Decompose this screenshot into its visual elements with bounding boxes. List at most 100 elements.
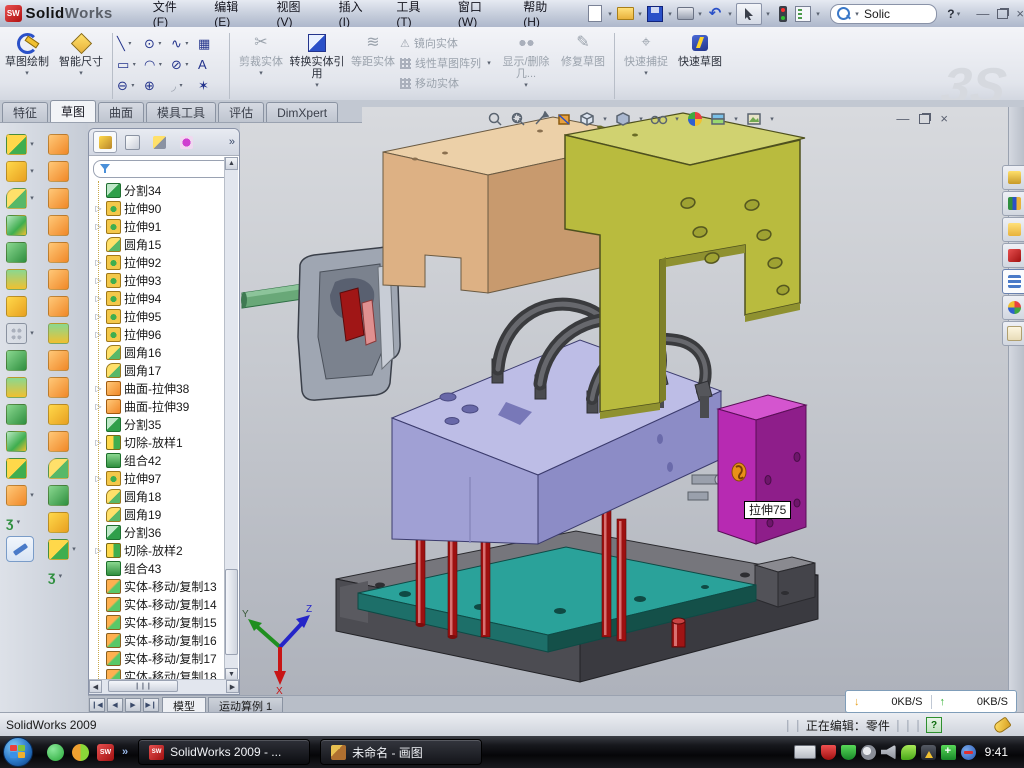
mold-tool-icon[interactable] xyxy=(6,431,27,452)
tree-item[interactable]: ▷拉伸92 xyxy=(93,253,225,271)
quick-tips-icon[interactable]: ? xyxy=(926,717,942,733)
tree-vertical-scrollbar[interactable]: ▲ ▼ xyxy=(224,157,238,681)
dropdown-caret[interactable]: ▾ xyxy=(696,10,704,18)
expand-arrow-icon[interactable]: ▷ xyxy=(94,474,103,483)
tree-item[interactable]: ▷曲面-拉伸38 xyxy=(93,379,225,397)
pattern-tool-icon[interactable] xyxy=(6,323,27,344)
dropdown-caret[interactable]: ▾ xyxy=(28,194,36,202)
spline-icon[interactable]: ∿▾ xyxy=(171,33,198,54)
display-delete-relations-button[interactable]: 显示/删除几... ▾ xyxy=(496,27,556,92)
dropdown-caret[interactable]: ▾ xyxy=(601,115,609,123)
slot-icon[interactable]: ⊖▾ xyxy=(117,75,144,96)
hide-show-items-icon[interactable] xyxy=(650,110,668,128)
locating-pin[interactable] xyxy=(672,618,685,647)
file-explorer-tab[interactable] xyxy=(1002,217,1024,242)
tree-item[interactable]: 实体-移动/复制13 xyxy=(93,577,225,595)
zoom-to-fit-icon[interactable] xyxy=(486,110,504,128)
rectangle-icon[interactable]: ▭▾ xyxy=(117,54,144,75)
dropdown-caret[interactable]: ▾ xyxy=(637,115,645,123)
dropdown-caret[interactable]: ▾ xyxy=(23,68,31,80)
select-arrow-icon[interactable] xyxy=(736,3,762,25)
input-method-icon[interactable] xyxy=(794,745,816,759)
expand-arrow-icon[interactable]: ▷ xyxy=(94,204,103,213)
dropdown-caret[interactable]: ▾ xyxy=(14,518,22,526)
expand-arrow-icon[interactable]: ▷ xyxy=(94,222,103,231)
surface-tool-icon[interactable] xyxy=(48,269,69,290)
dropdown-caret[interactable]: ▾ xyxy=(814,10,822,18)
feature-tool-icon[interactable] xyxy=(6,269,27,290)
tree-item[interactable]: 组合43 xyxy=(93,559,225,577)
surface-tool-icon[interactable] xyxy=(48,242,69,263)
fillet-tool-icon[interactable] xyxy=(6,188,27,209)
solidworks-quicklaunch-icon[interactable]: SW xyxy=(97,744,114,761)
expand-arrow-icon[interactable]: ▷ xyxy=(94,546,103,555)
tree-item[interactable]: 实体-移动/复制14 xyxy=(93,595,225,613)
expand-arrow-icon[interactable]: ▷ xyxy=(94,276,103,285)
tree-item[interactable]: 实体-移动/复制15 xyxy=(93,613,225,631)
surface-tool-icon[interactable] xyxy=(48,161,69,182)
support-bracket[interactable] xyxy=(565,113,805,419)
quick-launch-overflow-icon[interactable]: » xyxy=(122,746,128,758)
tree-item[interactable]: ▷拉伸95 xyxy=(93,307,225,325)
dropdown-caret[interactable]: ▾ xyxy=(313,80,321,92)
dropdown-caret[interactable]: ▾ xyxy=(764,10,772,18)
tag-icon[interactable] xyxy=(992,716,1011,734)
prev-tab-icon[interactable]: ◀ xyxy=(107,698,123,712)
solidworks-resources-tab[interactable] xyxy=(1002,165,1024,190)
help-caret[interactable]: ▾ xyxy=(955,10,963,18)
surface-tool-icon[interactable] xyxy=(48,539,69,560)
expand-arrow-icon[interactable]: ▷ xyxy=(94,258,103,267)
tray-icon[interactable] xyxy=(961,745,976,760)
linear-pattern-button[interactable]: 线性草图阵列 ▾ xyxy=(400,55,496,71)
feature-manager-tab[interactable] xyxy=(93,131,117,153)
taskbar-task-solidworks[interactable]: SW SolidWorks 2009 - ... xyxy=(138,739,310,765)
measure-tool-selected[interactable] xyxy=(6,536,34,562)
sketch-button[interactable]: 草图绘制 ▾ xyxy=(0,27,54,80)
dropdown-caret[interactable]: ▾ xyxy=(642,68,650,80)
surface-tool-icon[interactable] xyxy=(48,296,69,317)
feature-tool-icon[interactable] xyxy=(6,242,27,263)
custom-properties-tab[interactable] xyxy=(1002,321,1024,346)
tree-item[interactable]: 圆角18 xyxy=(93,487,225,505)
tree-item[interactable]: ▷曲面-拉伸39 xyxy=(93,397,225,415)
surface-tool-icon[interactable] xyxy=(48,134,69,155)
move-entities-button[interactable]: 移动实体 xyxy=(400,75,496,91)
surface-tool-icon[interactable] xyxy=(48,458,69,479)
dropdown-caret[interactable]: ▾ xyxy=(56,572,64,580)
search-scope-caret[interactable]: ▾ xyxy=(853,10,861,18)
undo-icon[interactable]: ↶ xyxy=(706,5,724,23)
taskbar-task-paint[interactable]: 未命名 - 画图 xyxy=(320,739,482,765)
search-input[interactable]: Solic xyxy=(864,7,890,21)
expand-arrow-icon[interactable]: ▷ xyxy=(94,330,103,339)
mirror-entities-button[interactable]: ⚠ 镜向实体 xyxy=(400,35,496,51)
tree-item[interactable]: 圆角16 xyxy=(93,343,225,361)
tray-icon[interactable] xyxy=(901,745,916,760)
minimize-icon[interactable]: — xyxy=(896,111,909,126)
options-icon[interactable] xyxy=(794,5,812,23)
tree-item[interactable]: ▷拉伸93 xyxy=(93,271,225,289)
scroll-up-icon[interactable]: ▲ xyxy=(225,157,238,170)
expand-arrow-icon[interactable]: ▷ xyxy=(94,402,103,411)
new-document-icon[interactable] xyxy=(586,5,604,23)
tree-item[interactable]: 圆角19 xyxy=(93,505,225,523)
offset-entities-button[interactable]: ≋ 等距实体 xyxy=(346,27,400,68)
help-button[interactable]: ? xyxy=(947,7,954,21)
trim-entities-button[interactable]: ✂ 剪裁实体 ▾ xyxy=(234,27,288,80)
tree-item[interactable]: 分割34 xyxy=(93,181,225,199)
line-icon[interactable]: ╲▾ xyxy=(117,33,144,54)
configuration-manager-tab[interactable] xyxy=(147,131,171,153)
design-library-tab[interactable] xyxy=(1002,191,1024,216)
last-tab-icon[interactable]: ▶❙ xyxy=(143,698,159,712)
tree-item[interactable]: 圆角17 xyxy=(93,361,225,379)
tree-item[interactable]: ▷拉伸91 xyxy=(93,217,225,235)
view-settings-icon[interactable] xyxy=(745,110,763,128)
graphics-viewport[interactable]: Y Z X ▾ ▾ ▾ ▾ ▾ — × 拉伸75 xyxy=(240,107,1008,695)
model-tab[interactable]: 模型 xyxy=(162,697,206,713)
messenger-icon[interactable] xyxy=(47,744,64,761)
dropdown-caret[interactable]: ▾ xyxy=(77,68,85,80)
sketch-fillet-icon[interactable]: ◞▾ xyxy=(171,75,198,96)
expand-arrow-icon[interactable]: ▷ xyxy=(94,294,103,303)
dropdown-caret[interactable]: ▾ xyxy=(522,80,530,92)
feature-tool-icon[interactable] xyxy=(6,485,27,506)
section-view-icon[interactable] xyxy=(555,110,573,128)
